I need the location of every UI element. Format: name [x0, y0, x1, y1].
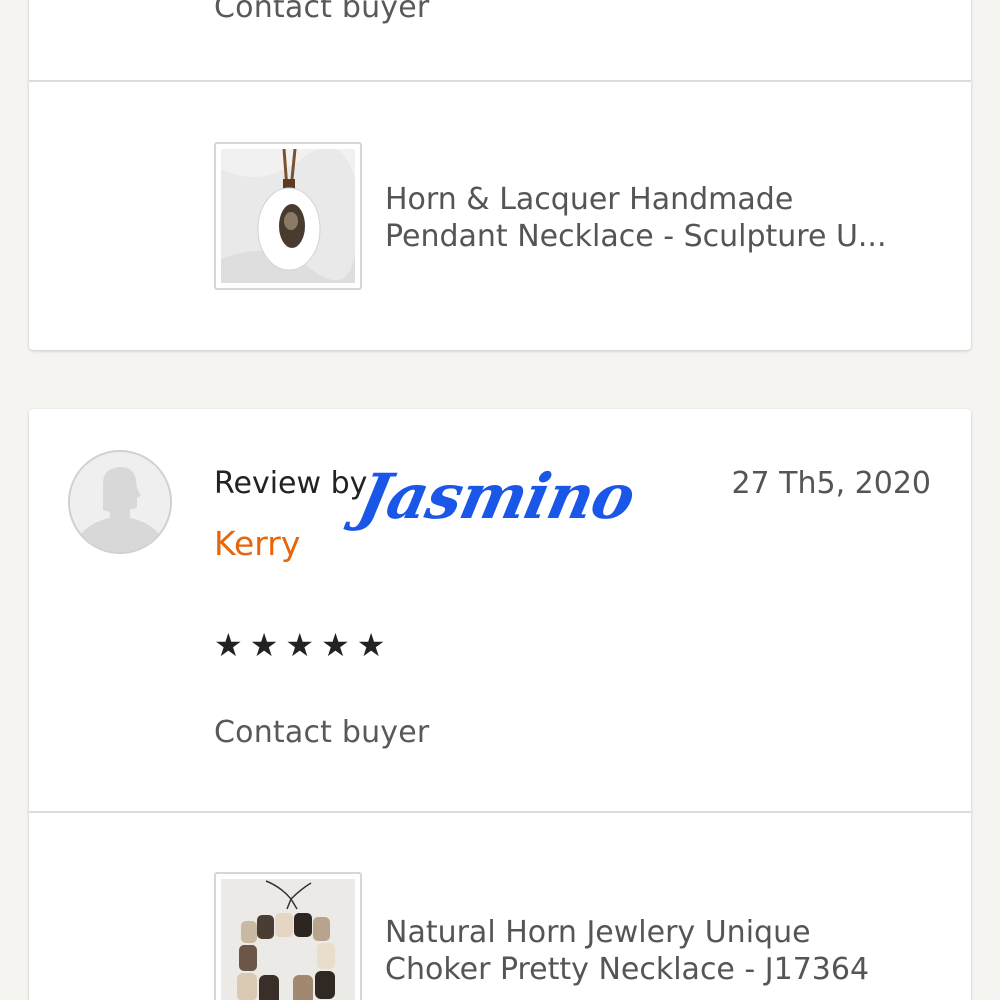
- divider: [29, 80, 971, 82]
- review-card: Review by Kerry 27 Th5, 2020 ★★★★★ Conta…: [29, 409, 971, 1000]
- review-date: 27 Th5, 2020: [731, 466, 931, 501]
- listing-thumbnail[interactable]: [214, 872, 362, 1000]
- page: Contact buyer Horn & Lacquer Handmade Pe…: [0, 0, 1000, 1000]
- divider: [29, 811, 971, 813]
- reviewer-name-link[interactable]: Kerry: [214, 524, 300, 563]
- listing-title-line-1: Natural Horn Jewlery Unique: [385, 915, 811, 950]
- review-card-previous: Contact buyer Horn & Lacquer Handmade Pe…: [29, 0, 971, 350]
- listing-title[interactable]: Natural Horn Jewlery Unique Choker Prett…: [385, 914, 945, 988]
- pendant-necklace-image: [221, 149, 355, 283]
- contact-buyer-link[interactable]: Contact buyer: [214, 0, 429, 25]
- listing-title-line-2: Pendant Necklace - Sculpture U...: [385, 219, 887, 254]
- listing-thumbnail[interactable]: [214, 142, 362, 290]
- horn-choker-necklace-image: [221, 879, 355, 1000]
- listing-title-line-1: Horn & Lacquer Handmade: [385, 182, 794, 217]
- listing-title[interactable]: Horn & Lacquer Handmade Pendant Necklace…: [385, 181, 945, 255]
- listing-title-line-2: Choker Pretty Necklace - J17364: [385, 952, 870, 987]
- avatar[interactable]: [68, 450, 172, 554]
- star-rating: ★★★★★: [214, 626, 393, 664]
- user-silhouette-icon: [70, 452, 170, 552]
- contact-buyer-link[interactable]: Contact buyer: [214, 715, 429, 750]
- review-by-label: Review by: [214, 466, 368, 501]
